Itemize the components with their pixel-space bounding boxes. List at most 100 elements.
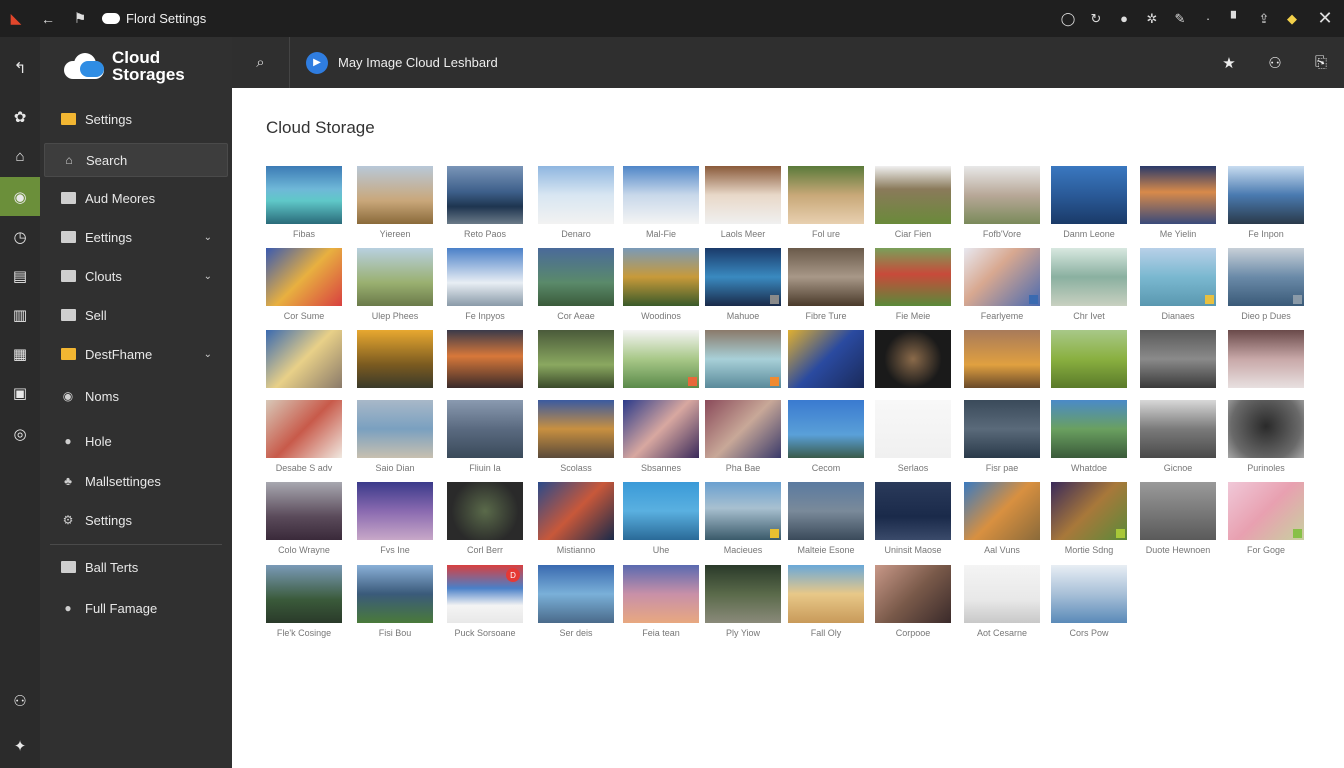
image-tile[interactable]: Ciar Fien (875, 166, 951, 239)
image-tile[interactable]: Mistianno (538, 482, 614, 555)
image-thumbnail[interactable] (1140, 166, 1216, 224)
image-thumbnail[interactable] (875, 166, 951, 224)
image-thumbnail[interactable] (788, 565, 864, 623)
image-thumbnail[interactable] (1140, 400, 1216, 458)
image-tile[interactable]: Corl Berr (447, 482, 523, 555)
image-thumbnail[interactable] (1228, 400, 1304, 458)
image-thumbnail[interactable] (266, 330, 342, 388)
rail-frame-icon[interactable]: ▣ (0, 373, 40, 412)
sidebar-item-mallsettinges[interactable]: ♣ Mallsettinges (44, 464, 228, 498)
refresh-icon[interactable]: ↻ (1082, 0, 1110, 37)
image-thumbnail[interactable] (538, 482, 614, 540)
chevron-down-icon[interactable]: ⌄ (204, 271, 212, 282)
image-thumbnail[interactable] (266, 565, 342, 623)
sidebar-item-noms[interactable]: ◉ Noms (44, 379, 228, 413)
star-icon[interactable]: ★ (1206, 37, 1252, 88)
image-thumbnail[interactable] (788, 330, 864, 388)
image-tile[interactable]: Woodinos (623, 248, 699, 321)
image-tile[interactable]: Desabe S adv (266, 400, 342, 473)
image-thumbnail[interactable] (357, 482, 433, 540)
image-thumbnail[interactable] (1228, 482, 1304, 540)
image-tile[interactable] (447, 330, 523, 393)
image-tile[interactable]: Danm Leone (1051, 166, 1127, 239)
image-tile[interactable]: Fibre Ture (788, 248, 864, 321)
image-thumbnail[interactable] (1140, 482, 1216, 540)
image-tile[interactable]: Ply Yiow (705, 565, 781, 638)
image-thumbnail[interactable] (623, 482, 699, 540)
image-thumbnail[interactable] (875, 565, 951, 623)
image-thumbnail[interactable] (357, 330, 433, 388)
image-tile[interactable]: Fisi Bou (357, 565, 433, 638)
image-thumbnail[interactable] (964, 400, 1040, 458)
image-tile[interactable]: Fibas (266, 166, 342, 239)
image-tile[interactable]: Dianaes (1140, 248, 1216, 321)
sidebar-item-aud-meores[interactable]: Aud Meores (44, 181, 228, 215)
rail-layout-icon[interactable]: ▦ (0, 334, 40, 373)
image-tile[interactable]: Aal Vuns (964, 482, 1040, 555)
image-tile[interactable]: Fisr pae (964, 400, 1040, 473)
image-tile[interactable]: Gicnoe (1140, 400, 1216, 473)
image-tile[interactable]: Cors Pow (1051, 565, 1127, 638)
image-tile[interactable]: Uninsit Maose (875, 482, 951, 555)
image-tile[interactable]: Me Yielin (1140, 166, 1216, 239)
image-thumbnail[interactable] (1228, 248, 1304, 306)
bookmark-icon[interactable]: ▘ (1222, 0, 1250, 37)
image-tile[interactable]: Dieo p Dues (1228, 248, 1304, 321)
rail-back-arrow-icon[interactable]: ↰ (0, 48, 40, 87)
sidebar-item-sell[interactable]: Sell (44, 298, 228, 332)
close-window-button[interactable]: ✕ (1306, 0, 1344, 37)
rail-compass-icon[interactable]: ◉ (0, 177, 40, 216)
image-tile[interactable]: Fliuin Ia (447, 400, 523, 473)
image-tile[interactable]: Feia tean (623, 565, 699, 638)
image-thumbnail[interactable] (1228, 166, 1304, 224)
image-thumbnail[interactable] (1051, 166, 1127, 224)
image-tile[interactable]: Pha Bae (705, 400, 781, 473)
image-thumbnail[interactable] (964, 565, 1040, 623)
app-menu-icon[interactable]: ⚑ (64, 0, 96, 37)
image-thumbnail[interactable] (788, 248, 864, 306)
image-tile[interactable]: Sbsannes (623, 400, 699, 473)
image-thumbnail[interactable] (266, 248, 342, 306)
image-tile[interactable]: Mahuoe (705, 248, 781, 321)
image-tile[interactable] (1228, 330, 1304, 393)
image-thumbnail[interactable] (1051, 482, 1127, 540)
image-tile[interactable]: Denaro (538, 166, 614, 239)
dot-icon[interactable]: · (1194, 0, 1222, 37)
sidebar-item-ball-terts[interactable]: Ball Terts (44, 550, 228, 584)
export-icon[interactable]: ⎘ (1298, 37, 1344, 88)
search-icon[interactable]: ⌕ (232, 37, 290, 88)
image-thumbnail[interactable] (1051, 565, 1127, 623)
image-thumbnail[interactable] (623, 248, 699, 306)
image-tile[interactable]: Fe Inpon (1228, 166, 1304, 239)
sidebar-item-search[interactable]: ⌂ Search (44, 143, 228, 177)
image-thumbnail[interactable] (447, 248, 523, 306)
image-thumbnail[interactable] (266, 482, 342, 540)
image-tile[interactable]: Fol ure (788, 166, 864, 239)
image-thumbnail[interactable] (357, 400, 433, 458)
image-tile[interactable] (623, 330, 699, 393)
image-thumbnail[interactable] (705, 482, 781, 540)
image-thumbnail[interactable] (788, 166, 864, 224)
image-thumbnail[interactable] (538, 166, 614, 224)
account-icon[interactable]: ⚇ (1252, 37, 1298, 88)
chevron-down-icon[interactable]: ⌄ (204, 349, 212, 360)
chevron-down-icon[interactable]: ⌄ (204, 232, 212, 243)
image-tile[interactable]: Cecom (788, 400, 864, 473)
image-tile[interactable]: Fall Oly (788, 565, 864, 638)
image-tile[interactable]: Ser deis (538, 565, 614, 638)
image-thumbnail[interactable] (357, 166, 433, 224)
image-thumbnail[interactable] (705, 330, 781, 388)
image-tile[interactable] (357, 330, 433, 393)
rail-home-icon[interactable]: ⌂ (0, 137, 40, 176)
image-tile[interactable]: Corpooe (875, 565, 951, 638)
sidebar-item-full-famage[interactable]: ● Full Famage (44, 591, 228, 625)
image-tile[interactable] (875, 330, 951, 393)
image-tile[interactable] (538, 330, 614, 393)
image-thumbnail[interactable] (538, 565, 614, 623)
image-thumbnail[interactable] (266, 400, 342, 458)
sidebar-item-destfhame[interactable]: DestFhame ⌄ (44, 337, 228, 371)
rail-refresh-icon[interactable]: ◎ (0, 414, 40, 453)
image-tile[interactable]: Fvs Ine (357, 482, 433, 555)
image-thumbnail[interactable] (964, 248, 1040, 306)
image-thumbnail[interactable] (705, 166, 781, 224)
